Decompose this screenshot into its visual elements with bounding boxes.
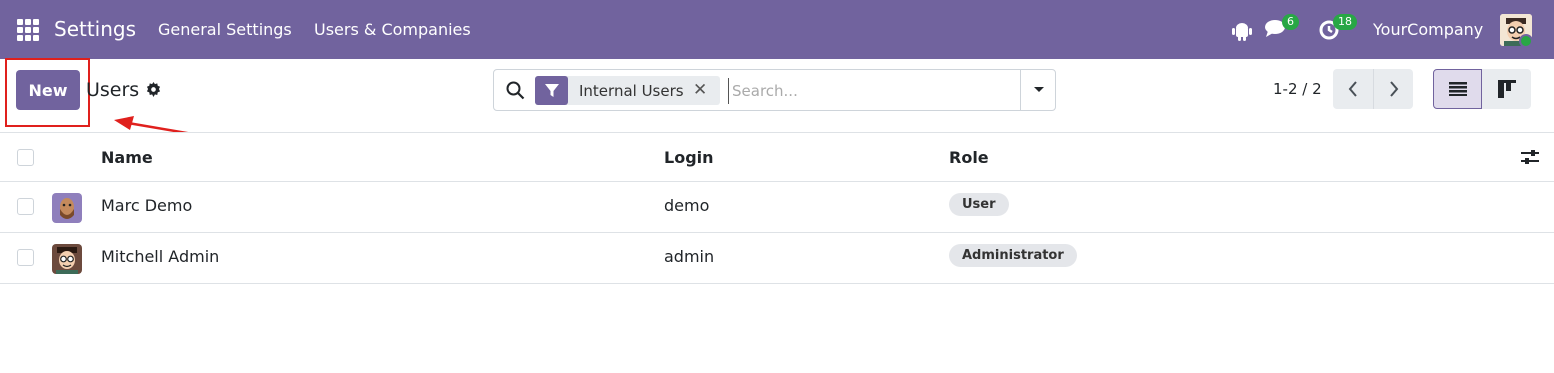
search-icon[interactable] (506, 81, 525, 100)
apps-menu-icon[interactable] (17, 19, 39, 41)
online-status-indicator (1519, 34, 1533, 48)
user-login: demo (664, 196, 710, 215)
search-bar: Internal Users ✕ (493, 69, 1056, 111)
pager-value[interactable]: 1-2 / 2 (1273, 80, 1322, 98)
search-input[interactable] (728, 78, 1018, 104)
app-title[interactable]: Settings (54, 17, 136, 41)
table-row[interactable]: Mitchell Admin admin Administrator (0, 233, 1554, 284)
column-header-login[interactable]: Login (664, 148, 714, 167)
company-switcher[interactable]: YourCompany (1373, 20, 1483, 39)
top-navbar: Settings General Settings Users & Compan… (0, 0, 1554, 59)
select-all-checkbox[interactable] (17, 149, 34, 166)
gear-icon[interactable] (146, 82, 161, 97)
avatar (52, 193, 82, 223)
caret-down-icon[interactable] (1020, 70, 1056, 110)
role-badge: Administrator (949, 244, 1077, 267)
nav-users-companies[interactable]: Users & Companies (314, 20, 471, 39)
chevron-right-icon[interactable] (1373, 69, 1413, 109)
kanban-view-icon[interactable] (1482, 69, 1531, 109)
chevron-left-icon[interactable] (1333, 69, 1373, 109)
column-header-role[interactable]: Role (949, 148, 989, 167)
table-row[interactable]: Marc Demo demo User (0, 182, 1554, 233)
column-header-name[interactable]: Name (101, 148, 153, 167)
annotation-highlight-box (5, 58, 90, 127)
search-facet: Internal Users ✕ (535, 76, 720, 105)
user-login: admin (664, 247, 715, 266)
facet-label: Internal Users (579, 82, 684, 100)
page-title: Users (86, 79, 140, 101)
column-settings-icon[interactable] (1521, 149, 1539, 165)
user-name: Marc Demo (101, 196, 193, 215)
row-checkbox[interactable] (17, 249, 34, 266)
row-checkbox[interactable] (17, 198, 34, 215)
close-icon[interactable]: ✕ (693, 80, 707, 100)
chat-count-badge: 6 (1282, 14, 1299, 30)
table-header: Name Login Role (0, 132, 1554, 182)
filter-icon (535, 76, 568, 105)
list-view-icon[interactable] (1433, 69, 1482, 109)
activity-count-badge: 18 (1333, 14, 1357, 30)
avatar (52, 244, 82, 274)
role-badge: User (949, 193, 1009, 216)
bug-icon[interactable] (1232, 19, 1252, 41)
nav-general-settings[interactable]: General Settings (158, 20, 292, 39)
user-name: Mitchell Admin (101, 247, 220, 266)
